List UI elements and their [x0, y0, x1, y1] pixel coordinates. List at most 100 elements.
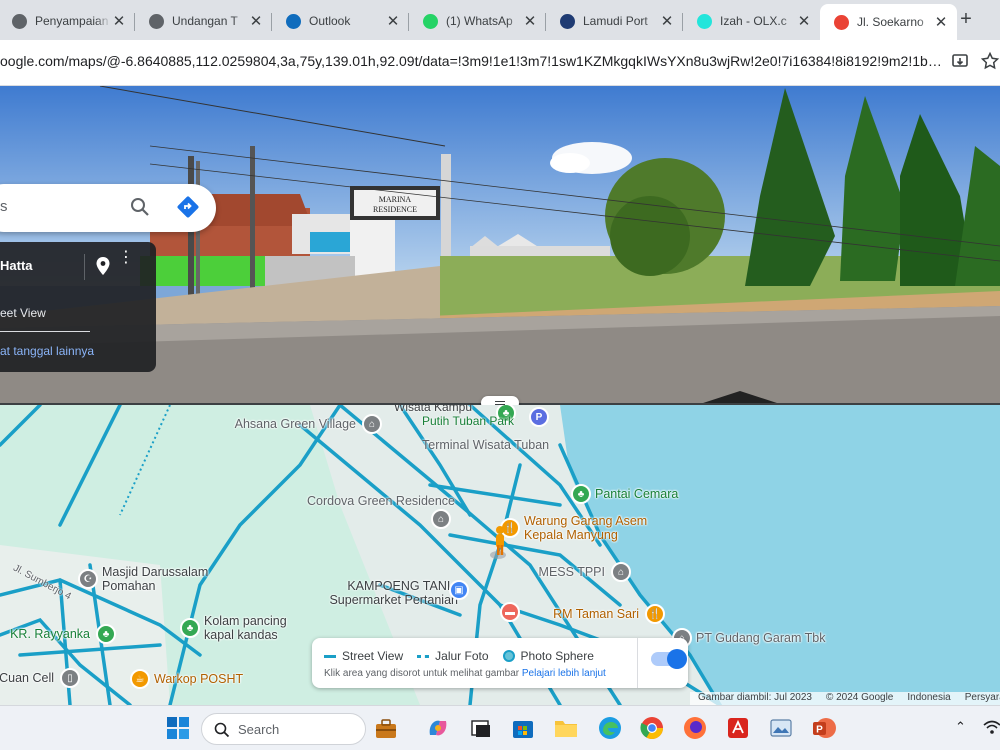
poi-kolam-pancing[interactable]: ♣ Kolam pancing kapal kandas: [180, 614, 314, 642]
globe-icon: [12, 13, 27, 29]
poi-pantai-cemara[interactable]: ♣ Pantai Cemara: [571, 484, 678, 504]
directions-icon[interactable]: [176, 195, 200, 219]
close-tab-icon[interactable]: ✕: [111, 12, 127, 30]
browser-tab[interactable]: Penyampaian ✕: [0, 6, 135, 36]
close-tab-icon[interactable]: ✕: [933, 13, 949, 31]
outlook-icon: [286, 13, 301, 29]
sign-line-2: RESIDENCE: [373, 205, 417, 214]
close-tab-icon[interactable]: ✕: [248, 12, 264, 30]
street-view-info-card: Hatta ⋮ eet View at tanggal lainnya: [0, 242, 156, 372]
poi-cordova-green-residence[interactable]: ⌂: [431, 509, 451, 529]
search-query-text[interactable]: s: [0, 198, 8, 215]
show-hidden-icons-chevron[interactable]: ⌃: [955, 719, 966, 735]
pegman-icon[interactable]: [490, 525, 510, 559]
bookmark-star-icon[interactable]: [979, 51, 1000, 73]
browser-tab[interactable]: (1) WhatsAp ✕: [409, 6, 546, 36]
card-divider: [84, 254, 85, 280]
legend-photo-sphere: Photo Sphere: [502, 649, 594, 663]
poi-pt-gudang-garam[interactable]: ⌂ PT Gudang Garam Tbk: [672, 628, 825, 648]
photos-icon[interactable]: [768, 715, 794, 741]
street-view-layer-toggle[interactable]: [651, 649, 687, 669]
map-label-top-cut: Wisata Kampu: [394, 405, 473, 414]
line-icon: [324, 654, 336, 658]
region-link[interactable]: Indonesia: [907, 692, 950, 705]
poi-cuan-cell[interactable]: ▯ Cuan Cell: [0, 668, 80, 688]
location-title: Hatta: [0, 258, 33, 273]
search-icon[interactable]: [128, 195, 152, 219]
tab-title: Jl. Soekarno: [857, 15, 924, 29]
acrobat-icon[interactable]: [725, 715, 751, 741]
windows-start-icon[interactable]: [165, 715, 191, 741]
terms-link[interactable]: Persyara: [965, 692, 1000, 705]
olx-icon: [697, 13, 712, 29]
browser-tab[interactable]: Outlook ✕: [272, 6, 409, 36]
browser-tab[interactable]: Jl. Soekarno ✕: [820, 4, 957, 40]
map-panel[interactable]: Wisata Kampu ⌂ Ahsana Green Village ♣ Pu…: [0, 405, 1000, 705]
firefox-icon[interactable]: [682, 715, 708, 741]
tab-title: Outlook: [309, 14, 351, 28]
learn-more-link[interactable]: Pelajari lebih lanjut: [522, 668, 606, 679]
label-kampoeng-tani: KAMPOENG TANI - Supermarket Pertanian: [329, 579, 458, 607]
close-tab-icon[interactable]: ✕: [385, 12, 401, 30]
poi-kampoeng-tani[interactable]: ▣: [449, 580, 469, 600]
install-app-icon[interactable]: [949, 51, 971, 73]
location-pin-icon[interactable]: [94, 256, 112, 276]
legend-hint: Klik area yang disorot untuk melihat gam…: [324, 668, 606, 679]
street-view-panorama[interactable]: MARINA RESIDENCE s Hatta ⋮ eet View at t…: [0, 86, 1000, 404]
legend-jalur-foto: Jalur Foto: [417, 649, 489, 663]
close-tab-icon[interactable]: ✕: [522, 12, 538, 30]
file-explorer-icon[interactable]: [553, 715, 579, 741]
poi-warung-garang-asem[interactable]: 🍴 Warung Garang Asem Kepala Manyung: [500, 514, 659, 542]
globe-icon: [149, 13, 164, 29]
browser-tab[interactable]: Izah - OLX.c ✕: [683, 6, 820, 36]
photo-sphere-icon: [502, 650, 515, 662]
edge-icon[interactable]: [597, 715, 623, 741]
parking-icon[interactable]: P: [529, 407, 549, 427]
cafe-icon: ☕: [130, 669, 150, 689]
tab-title: Izah - OLX.c: [720, 14, 787, 28]
more-options-icon[interactable]: ⋮: [118, 250, 134, 276]
maps-search-box[interactable]: s: [0, 184, 216, 232]
poi-rm-taman-sari[interactable]: 🍴 RM Taman Sari: [553, 604, 665, 624]
see-other-dates-link[interactable]: at tanggal lainnya: [0, 344, 94, 358]
poi-kr-rayyanka[interactable]: ♣ KR. Rayyanka: [10, 624, 116, 644]
label-putih-tuban-park: Putih Tuban Park: [422, 414, 515, 428]
poi-masjid-darussalam[interactable]: ☪ Masjid Darussalam Pomahan: [78, 565, 212, 593]
street-view-legend: Street View Jalur Foto Photo Sphere Klik…: [312, 638, 688, 688]
chrome-icon[interactable]: [639, 715, 665, 741]
powerpoint-icon[interactable]: P: [811, 715, 837, 741]
place-pin-icon: ♣: [96, 624, 116, 644]
tab-title: Lamudi Port: [583, 14, 648, 28]
place-pin-icon: ⌂: [362, 414, 382, 434]
tab-title: (1) WhatsAp: [446, 14, 513, 28]
whatsapp-icon: [423, 13, 438, 29]
browser-tab[interactable]: Lamudi Port ✕: [546, 6, 683, 36]
sign-line-1: MARINA: [379, 195, 412, 204]
label-cordova-green-residence: Cordova Green Residence: [307, 494, 455, 508]
poi-mess-tppi[interactable]: ⌂ MESS TPPI: [539, 562, 631, 582]
search-icon: [214, 722, 230, 738]
new-tab-button[interactable]: +: [955, 9, 977, 31]
maps-icon: [834, 14, 849, 30]
briefcase-icon: [374, 718, 398, 740]
url-text[interactable]: oogle.com/maps/@-6.8640885,112.0259804,3…: [0, 53, 945, 69]
label-terminal-wisata-tuban[interactable]: Terminal Wisata Tuban: [422, 438, 549, 452]
taskbar-search[interactable]: Search: [201, 713, 396, 745]
capture-date: Gambar diambil: Jul 2023: [698, 692, 812, 703]
phone-icon: ▯: [60, 668, 80, 688]
wifi-icon[interactable]: [983, 719, 1000, 738]
copilot-icon[interactable]: [425, 715, 451, 741]
task-view-icon[interactable]: [468, 715, 494, 741]
poi-ahsana-green-village[interactable]: ⌂ Ahsana Green Village: [235, 414, 382, 434]
hotel-icon[interactable]: ▬: [500, 602, 520, 622]
map-attribution: Gambar diambil: Jul 2023 © 2024 Google I…: [690, 692, 1000, 705]
svg-text:P: P: [816, 725, 823, 736]
microsoft-store-icon[interactable]: [510, 715, 536, 741]
browser-tab[interactable]: Undangan T ✕: [135, 6, 272, 36]
poi-warkop-posht[interactable]: ☕ Warkop POSHT: [130, 669, 243, 689]
close-tab-icon[interactable]: ✕: [659, 12, 675, 30]
close-tab-icon[interactable]: ✕: [796, 12, 812, 30]
beach-icon: ♣: [571, 484, 591, 504]
shopping-icon: ▣: [449, 580, 469, 600]
address-bar: oogle.com/maps/@-6.8640885,112.0259804,3…: [0, 40, 1000, 86]
